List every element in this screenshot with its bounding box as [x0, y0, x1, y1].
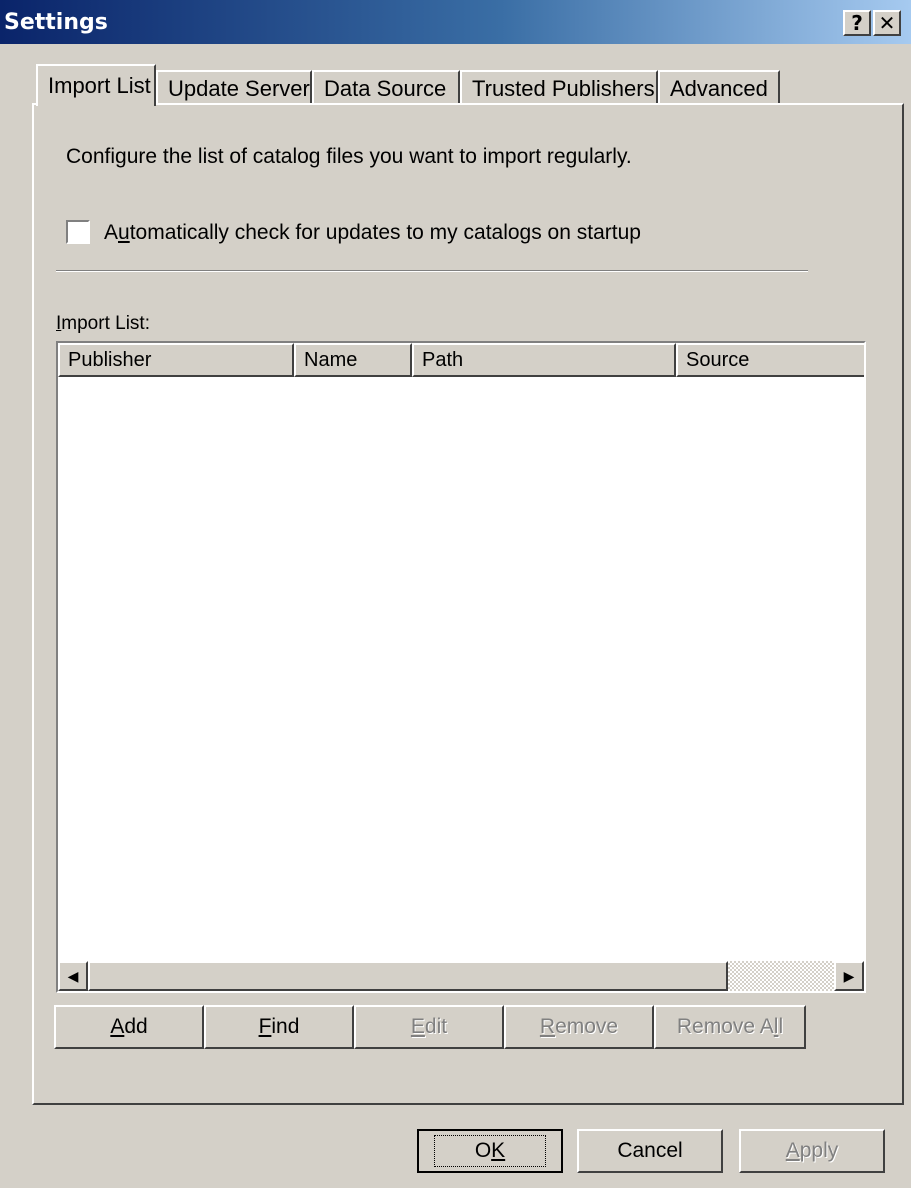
- tab-label: Advanced: [670, 76, 768, 101]
- remove-button[interactable]: Remove: [504, 1005, 654, 1049]
- separator: [56, 270, 808, 272]
- ok-button[interactable]: OK: [417, 1129, 563, 1173]
- edit-button[interactable]: Edit: [354, 1005, 504, 1049]
- auto-check-checkbox[interactable]: [66, 220, 90, 244]
- tab-label: Trusted Publishers: [472, 76, 655, 101]
- scroll-track[interactable]: [728, 961, 834, 991]
- tab-label: Data Source: [324, 76, 447, 101]
- tab-data-source[interactable]: Data Source: [312, 70, 460, 104]
- find-button[interactable]: Find: [204, 1005, 354, 1049]
- column-header-source[interactable]: Source: [676, 343, 864, 377]
- help-button[interactable]: ?: [843, 10, 871, 36]
- scroll-thumb[interactable]: [88, 961, 728, 991]
- description-text: Configure the list of catalog files you …: [66, 145, 632, 168]
- tab-label: Update Server: [168, 76, 310, 101]
- scroll-left-button[interactable]: ◀: [58, 961, 88, 991]
- title-bar[interactable]: Settings ? ✕: [0, 0, 911, 44]
- window-title: Settings: [4, 10, 108, 35]
- cancel-button[interactable]: Cancel: [577, 1129, 723, 1173]
- tab-update-server[interactable]: Update Server: [156, 70, 312, 104]
- arrow-left-icon: ◀: [67, 968, 79, 984]
- apply-button[interactable]: Apply: [739, 1129, 885, 1173]
- column-header-publisher[interactable]: Publisher: [58, 343, 294, 377]
- add-button[interactable]: Add: [54, 1005, 204, 1049]
- close-button[interactable]: ✕: [873, 10, 901, 36]
- import-list-label: Import List:: [56, 313, 150, 334]
- help-icon: ?: [851, 11, 863, 35]
- tab-trusted-publishers[interactable]: Trusted Publishers: [460, 70, 658, 104]
- settings-dialog: Settings ? ✕ Import List Update Server D…: [0, 0, 911, 1188]
- tab-import-list[interactable]: Import List: [36, 64, 156, 106]
- column-header-path[interactable]: Path: [412, 343, 676, 377]
- scroll-right-button[interactable]: ▶: [834, 961, 864, 991]
- arrow-right-icon: ▶: [843, 968, 855, 984]
- tab-advanced[interactable]: Advanced: [658, 70, 780, 104]
- column-header-name[interactable]: Name: [294, 343, 412, 377]
- horizontal-scrollbar[interactable]: ◀ ▶: [58, 961, 864, 991]
- list-header: Publisher Name Path Source: [58, 343, 864, 377]
- import-list-view[interactable]: Publisher Name Path Source ◀ ▶: [56, 341, 866, 993]
- remove-all-button[interactable]: Remove All: [654, 1005, 806, 1049]
- auto-check-label[interactable]: Automatically check for updates to my ca…: [104, 221, 641, 245]
- close-icon: ✕: [878, 11, 896, 35]
- tab-label: Import List: [48, 73, 151, 98]
